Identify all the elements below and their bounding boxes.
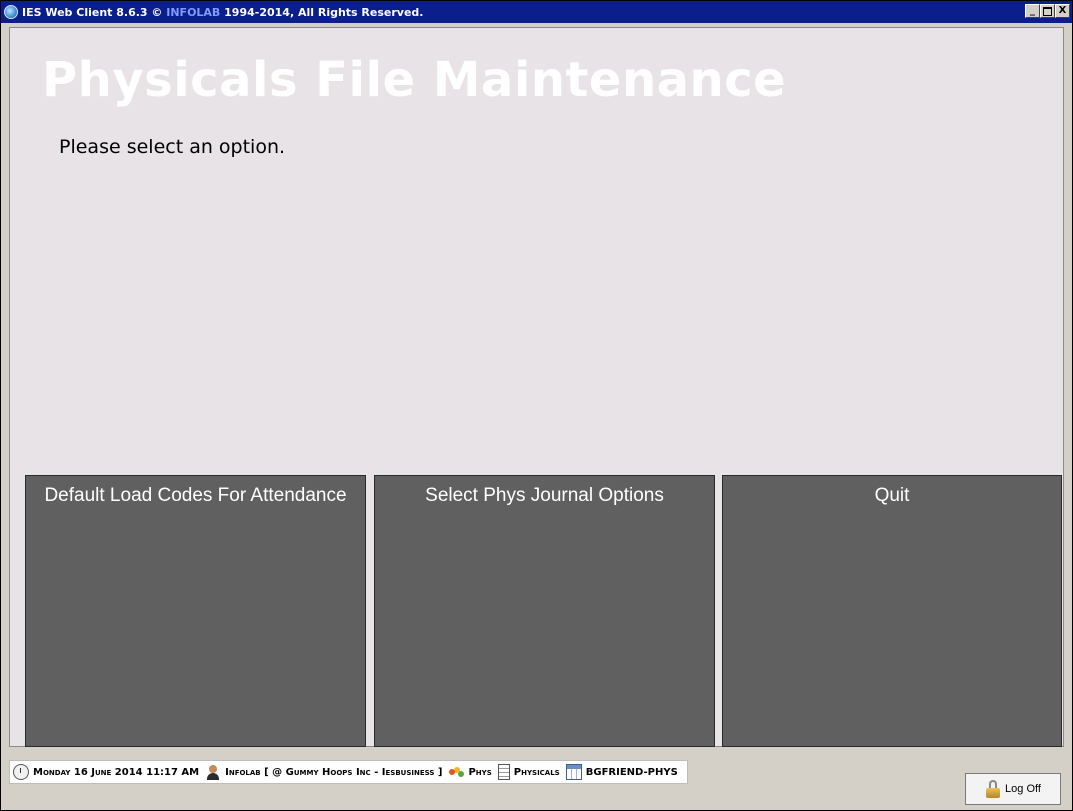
user-icon [205, 764, 221, 780]
restore-button[interactable] [1040, 4, 1055, 18]
status-bar: Monday 16 June 2014 11:17 AM Infolab [ @… [9, 760, 688, 784]
app-window: IES Web Client 8.6.3 © INFOLAB 1994-2014… [0, 0, 1073, 811]
main-panel: Physicals File Maintenance Please select… [9, 27, 1064, 747]
close-button[interactable]: X [1055, 4, 1070, 18]
status-program: BGFRIEND-PHYS [565, 764, 678, 780]
minimize-button[interactable]: _ [1025, 4, 1040, 18]
padlock-icon [985, 780, 1001, 798]
page-title: Physicals File Maintenance [42, 52, 787, 108]
select-phys-journal-options-button[interactable]: Select Phys Journal Options [374, 475, 715, 747]
status-module: Phys [448, 764, 492, 780]
log-off-label: Log Off [1005, 783, 1041, 795]
screen-text: Physicals [513, 766, 560, 778]
phys-icon [448, 764, 464, 780]
log-off-button[interactable]: Log Off [965, 773, 1061, 805]
program-text: BGFRIEND-PHYS [585, 766, 678, 778]
prompt-text: Please select an option. [59, 136, 286, 158]
status-screen: Physicals [497, 764, 560, 780]
restore-icon [1043, 7, 1052, 16]
datetime-text: Monday 16 June 2014 11:17 AM [33, 766, 200, 778]
user-text: Infolab [ @ Gummy Hoops Inc - Iesbusines… [225, 766, 443, 778]
table-icon [565, 764, 582, 780]
clock-icon [13, 764, 29, 780]
status-user: Infolab [ @ Gummy Hoops Inc - Iesbusines… [205, 764, 442, 780]
module-text: Phys [468, 766, 492, 778]
title-bar[interactable]: IES Web Client 8.6.3 © INFOLAB 1994-2014… [1, 1, 1072, 23]
quit-button[interactable]: Quit [722, 475, 1062, 747]
window-controls: _ X [1025, 4, 1070, 18]
document-icon [497, 764, 510, 780]
app-globe-icon [4, 5, 18, 19]
window-title: IES Web Client 8.6.3 © INFOLAB 1994-2014… [22, 5, 424, 19]
status-datetime: Monday 16 June 2014 11:17 AM [13, 764, 199, 780]
title-brand: INFOLAB [166, 5, 221, 19]
default-load-codes-button[interactable]: Default Load Codes For Attendance [25, 475, 366, 747]
